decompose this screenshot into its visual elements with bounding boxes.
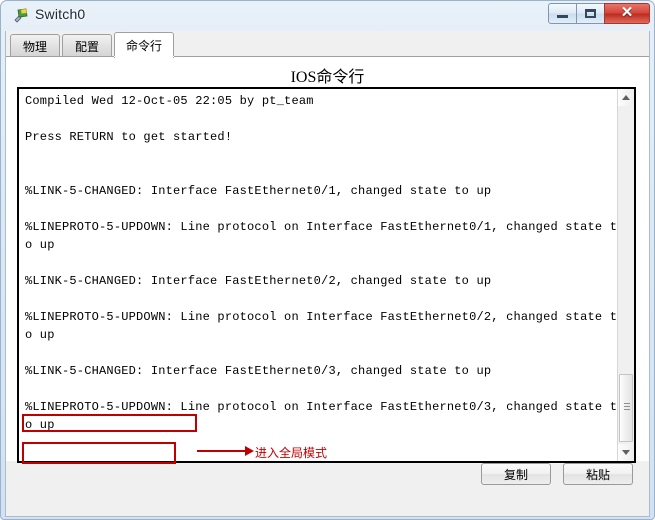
annotation-box-configure-terminal (22, 414, 197, 432)
tab-cli-label: 命令行 (125, 39, 162, 53)
tab-physical-label: 物理 (22, 39, 47, 54)
tab-cli[interactable]: 命令行 (114, 32, 174, 58)
maximize-icon (585, 9, 596, 18)
terminal-line: %LINEPROTO-5-UPDOWN: Line protocol on In… (25, 310, 617, 324)
tab-physical[interactable]: 物理 (10, 34, 60, 57)
paste-button[interactable]: 粘贴 (563, 463, 633, 485)
terminal-line: o up (25, 328, 55, 342)
copy-button[interactable]: 复制 (481, 463, 551, 485)
terminal-scrollbar[interactable] (617, 89, 634, 461)
scrollbar-thumb[interactable] (619, 374, 633, 442)
scroll-up-icon (622, 95, 630, 100)
title-bar[interactable]: Switch0 ✕ (1, 1, 655, 31)
terminal-line: Press RETURN to get started! (25, 130, 233, 144)
terminal-line: %LINK-5-CHANGED: Interface FastEthernet0… (25, 184, 492, 198)
terminal-line: %LINEPROTO-5-UPDOWN: Line protocol on In… (25, 220, 617, 234)
copy-button-label: 复制 (503, 467, 528, 482)
minimize-icon (557, 15, 568, 18)
terminal-line: Compiled Wed 12-Oct-05 22:05 by pt_team (25, 94, 314, 108)
terminal-line: %LINK-5-CHANGED: Interface FastEthernet0… (25, 274, 492, 288)
annotation-leader-line (197, 450, 245, 452)
annotation-note: 进入全局模式 (255, 446, 328, 460)
close-icon: ✕ (620, 5, 634, 21)
terminal-line: o up (25, 238, 55, 252)
terminal-output[interactable]: Compiled Wed 12-Oct-05 22:05 by pt_team … (19, 89, 617, 461)
scroll-down-icon (622, 450, 630, 455)
minimize-button[interactable] (548, 3, 577, 24)
button-bar: 复制 粘贴 (6, 461, 649, 486)
tab-config[interactable]: 配置 (62, 34, 112, 57)
annotation-arrow-icon (245, 446, 254, 456)
packet-tracer-icon (12, 7, 29, 24)
scrollbar-grip-icon (624, 403, 630, 410)
maximize-button[interactable] (576, 3, 605, 24)
tab-bar: 物理 配置 命令行 (6, 32, 649, 58)
window-title: Switch0 (35, 6, 86, 22)
tab-config-label: 配置 (74, 39, 99, 54)
switch0-window: Switch0 ✕ 物理 配置 命令行 IOS命令行 Compiled Wed … (0, 0, 655, 520)
close-button[interactable]: ✕ (604, 3, 650, 24)
page-title: IOS命令行 (290, 69, 365, 86)
scroll-up-button[interactable] (618, 89, 634, 106)
scroll-down-button[interactable] (618, 444, 634, 461)
window-controls: ✕ (548, 3, 650, 25)
tab-active-underline (114, 56, 174, 57)
paste-button-label: 粘贴 (585, 467, 610, 482)
annotation-box-config-prompt (22, 442, 176, 464)
terminal-line: %LINK-5-CHANGED: Interface FastEthernet0… (25, 364, 492, 378)
terminal-frame: Compiled Wed 12-Oct-05 22:05 by pt_team … (17, 87, 636, 463)
